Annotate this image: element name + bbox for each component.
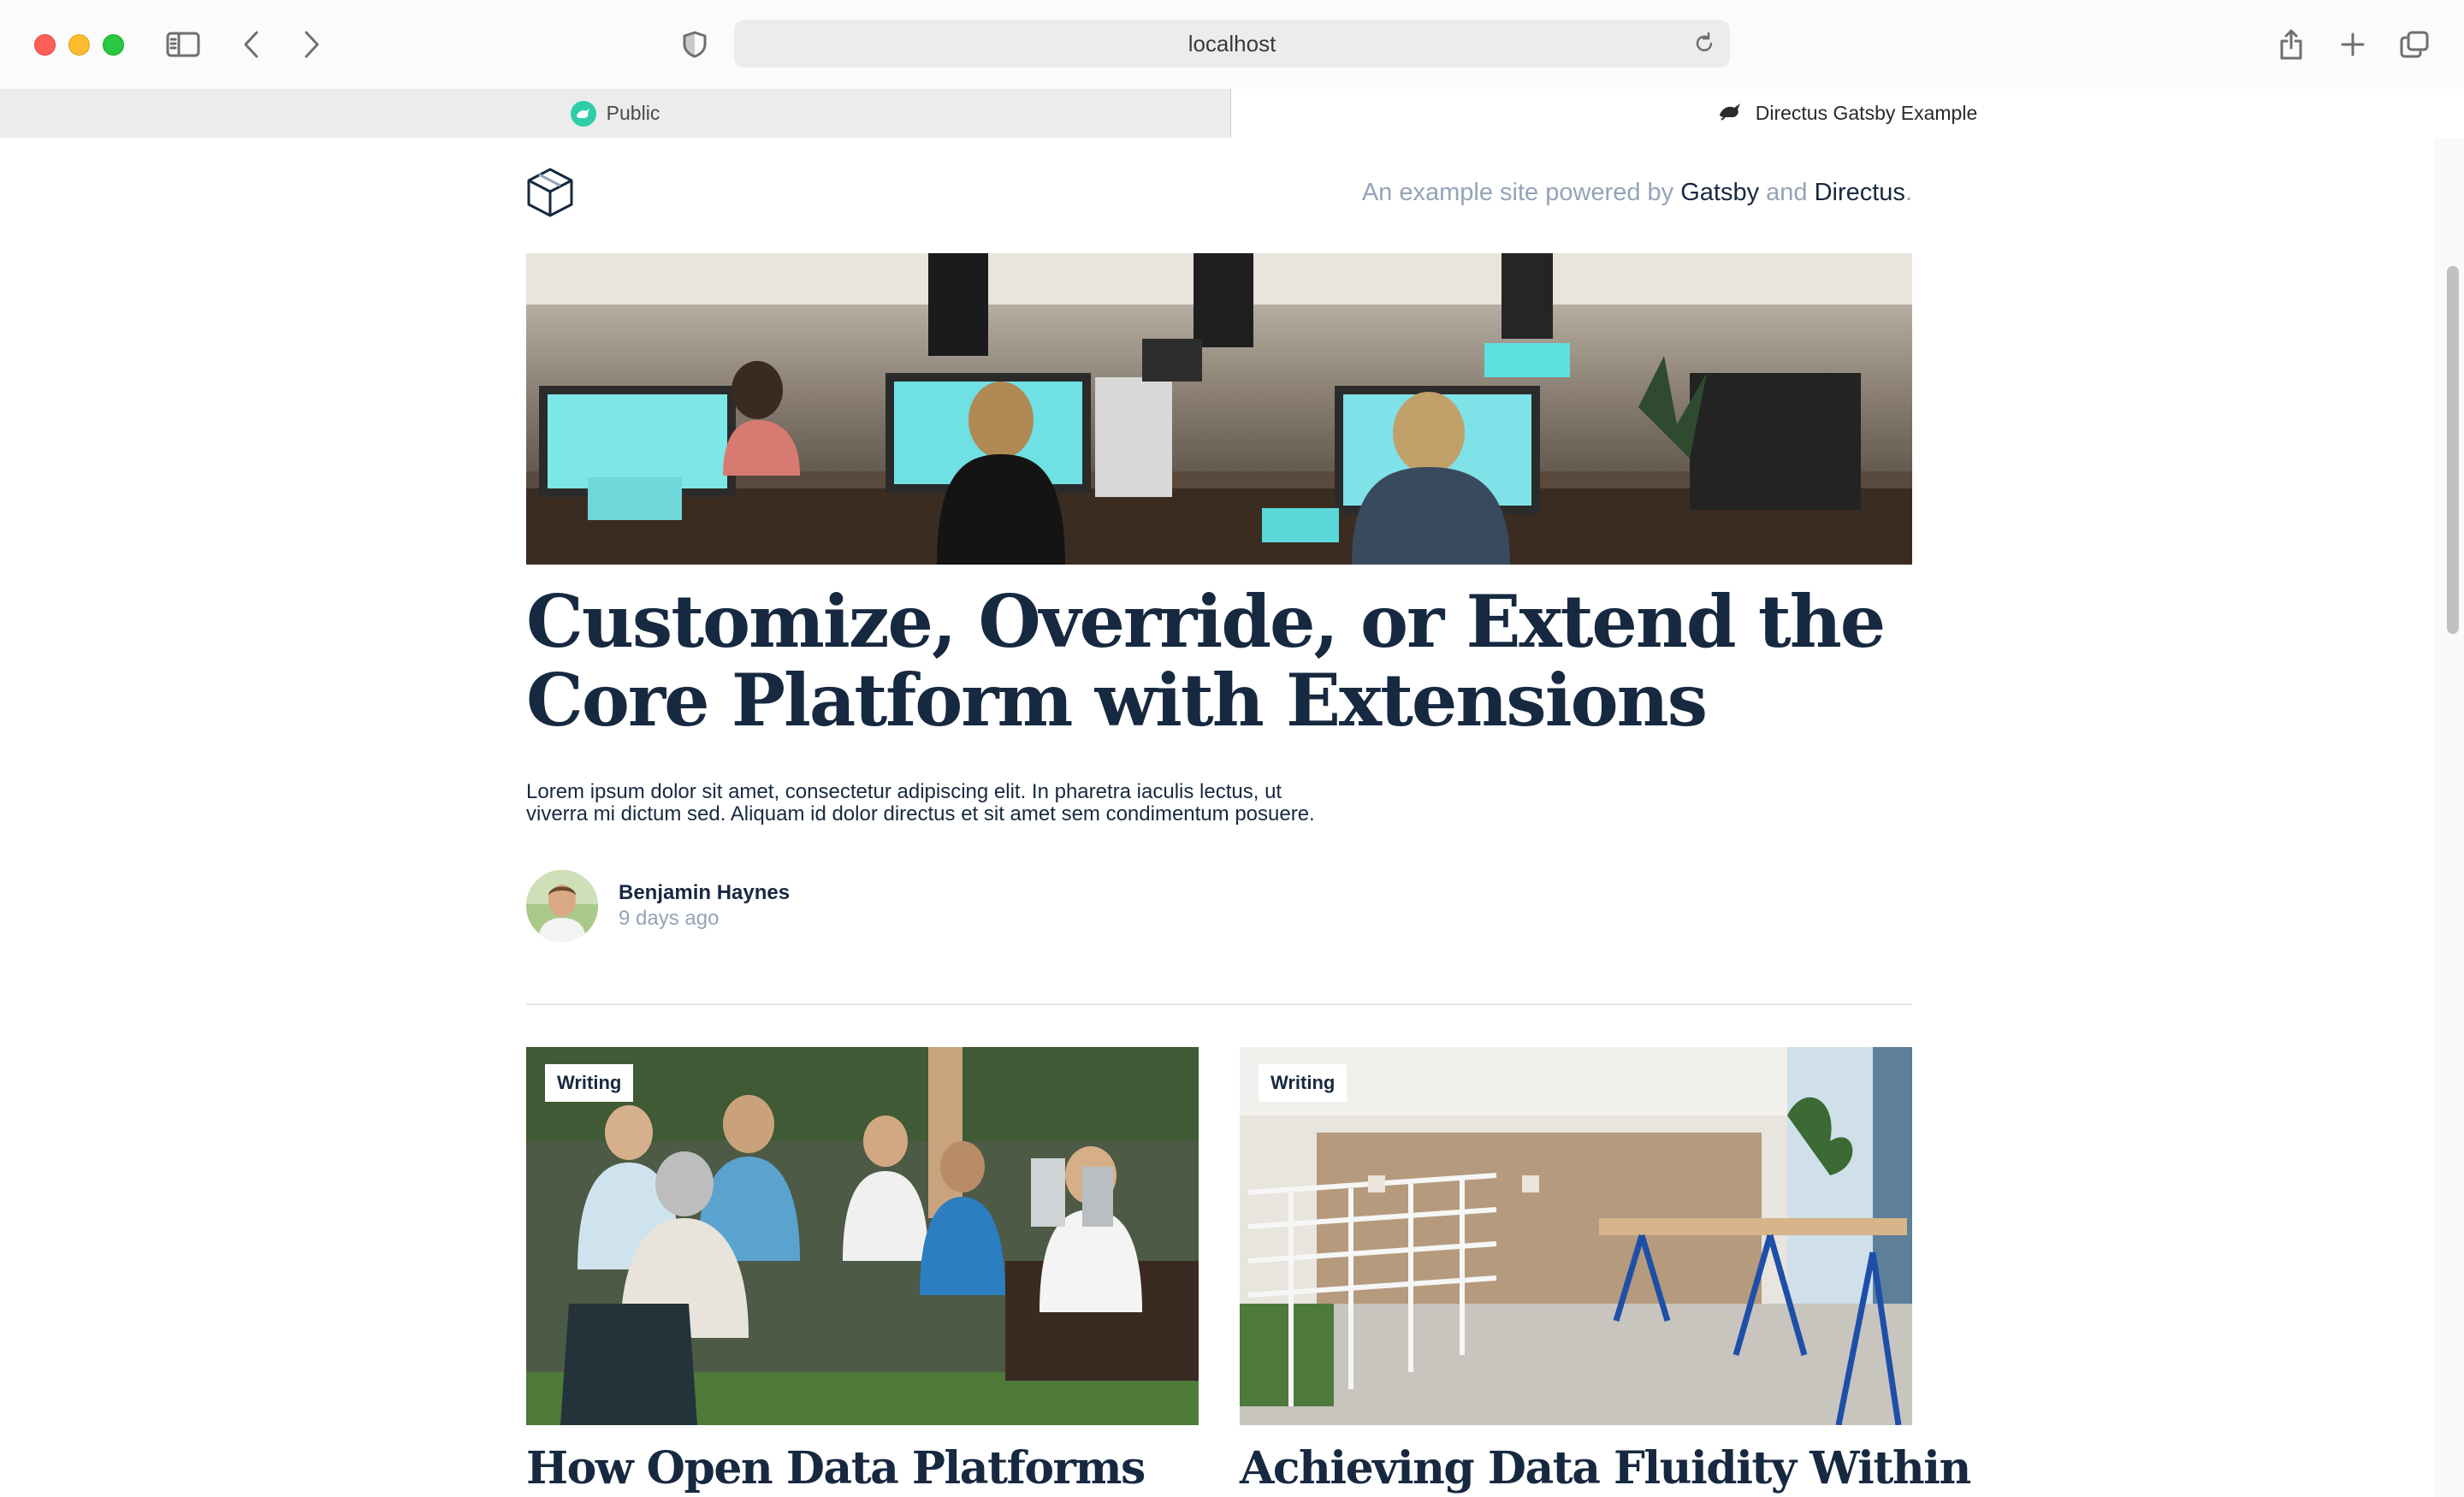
article-image[interactable]: Writing xyxy=(1240,1047,1912,1425)
article-image[interactable]: Writing xyxy=(526,1047,1199,1425)
hero-title[interactable]: Customize, Override, or Extend the Core … xyxy=(526,583,1912,740)
site-tagline: An example site powered by Gatsby and Di… xyxy=(1362,179,1912,207)
privacy-shield-icon[interactable] xyxy=(676,26,714,63)
site-logo-cube-icon[interactable] xyxy=(526,167,574,218)
author-meta: Benjamin Haynes 9 days ago xyxy=(619,881,790,931)
share-icon[interactable] xyxy=(2272,26,2310,63)
author-name: Benjamin Haynes xyxy=(619,881,791,904)
tab-label: Directus Gatsby Example xyxy=(1755,102,1978,124)
author-avatar xyxy=(526,870,598,942)
directus-rabbit-icon xyxy=(1718,102,1745,126)
vertical-scrollbar[interactable] xyxy=(2436,138,2464,1497)
article-title[interactable]: Achieving Data Fluidity Within xyxy=(1240,1442,1971,1495)
scrollbar-thumb[interactable] xyxy=(2447,266,2459,634)
tab-public[interactable]: Public xyxy=(0,89,1231,138)
address-bar[interactable]: localhost xyxy=(734,20,1730,68)
author-block: Benjamin Haynes 9 days ago xyxy=(526,870,790,942)
web-page: An example site powered by Gatsby and Di… xyxy=(0,138,2464,1497)
directus-link[interactable]: Directus xyxy=(1815,179,1905,206)
section-divider xyxy=(526,1003,1912,1005)
article-card[interactable]: Writing Achieving Data Fluidity Within xyxy=(1240,1047,1971,1495)
article-card[interactable]: Writing How Open Data Platforms xyxy=(526,1047,1199,1495)
reload-icon[interactable] xyxy=(1692,32,1716,56)
tab-overview-icon[interactable] xyxy=(2396,26,2433,63)
sidebar-toggle-icon[interactable] xyxy=(164,26,202,63)
zoom-window-button[interactable] xyxy=(103,34,124,56)
forward-arrow-icon[interactable] xyxy=(293,26,330,63)
category-badge[interactable]: Writing xyxy=(545,1064,634,1102)
tab-label: Public xyxy=(606,102,660,124)
tab-bar: Public Directus Gatsby Example xyxy=(0,89,2464,139)
minimize-window-button[interactable] xyxy=(68,34,90,56)
tagline-and: and xyxy=(1759,179,1815,206)
tab-directus-gatsby-example[interactable]: Directus Gatsby Example xyxy=(1231,89,2464,138)
new-tab-plus-icon[interactable] xyxy=(2334,26,2372,63)
back-arrow-icon[interactable] xyxy=(233,26,270,63)
address-text: localhost xyxy=(1188,30,1276,56)
article-title[interactable]: How Open Data Platforms xyxy=(526,1442,1199,1495)
tagline-suffix: . xyxy=(1904,179,1912,206)
gatsby-link[interactable]: Gatsby xyxy=(1680,179,1759,206)
hero-excerpt: Lorem ipsum dolor sit amet, consectetur … xyxy=(526,780,1315,825)
tagline-prefix: An example site powered by xyxy=(1361,179,1681,206)
hero-image[interactable] xyxy=(526,253,1912,565)
post-date: 9 days ago xyxy=(619,907,720,930)
directus-rabbit-icon xyxy=(570,100,596,127)
browser-toolbar: localhost xyxy=(0,0,2464,90)
close-window-button[interactable] xyxy=(34,34,56,56)
category-badge[interactable]: Writing xyxy=(1259,1064,1348,1102)
